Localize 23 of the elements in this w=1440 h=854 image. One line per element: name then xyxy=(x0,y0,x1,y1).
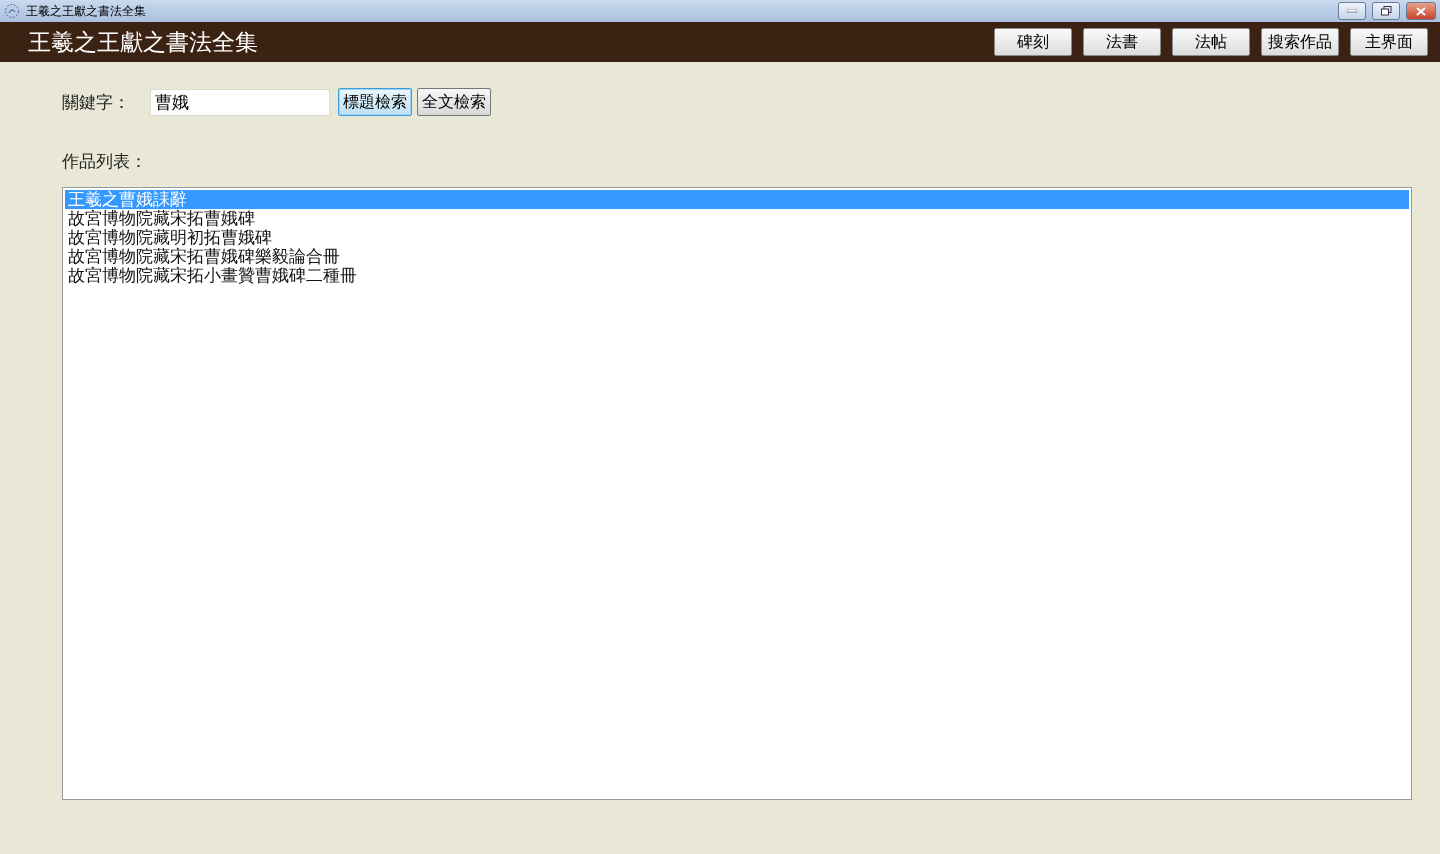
restore-button[interactable] xyxy=(1372,2,1400,20)
list-item[interactable]: 故宮博物院藏宋拓曹娥碑 xyxy=(65,209,1409,228)
list-item[interactable]: 故宮博物院藏明初拓曹娥碑 xyxy=(65,228,1409,247)
nav-button[interactable]: 主界面 xyxy=(1350,28,1428,56)
nav-button[interactable]: 搜索作品 xyxy=(1261,28,1339,56)
nav-button[interactable]: 法帖 xyxy=(1172,28,1250,56)
list-item[interactable]: 故宮博物院藏宋拓曹娥碑樂毅論合冊 xyxy=(65,247,1409,266)
close-button[interactable] xyxy=(1406,2,1436,20)
minimize-icon xyxy=(1347,9,1357,13)
close-icon xyxy=(1416,6,1426,16)
minimize-button[interactable] xyxy=(1338,2,1366,20)
keyword-field[interactable]: 曹娥 xyxy=(150,88,330,116)
window-title: 王羲之王獻之書法全集 xyxy=(26,2,147,20)
list-label: 作品列表： xyxy=(62,150,148,173)
app-icon xyxy=(4,3,20,19)
nav-button[interactable]: 碑刻 xyxy=(994,28,1072,56)
search-button[interactable]: 全文檢索 xyxy=(417,88,491,116)
list-item[interactable]: 故宮博物院藏宋拓小畫贊曹娥碑二種冊 xyxy=(65,266,1409,285)
nav-button[interactable]: 法書 xyxy=(1083,28,1161,56)
restore-icon xyxy=(1380,6,1392,16)
app-title: 王羲之王獻之書法全集 xyxy=(28,27,259,57)
keyword-label: 關鍵字： xyxy=(62,90,130,114)
search-button[interactable]: 標題檢索 xyxy=(338,88,412,116)
